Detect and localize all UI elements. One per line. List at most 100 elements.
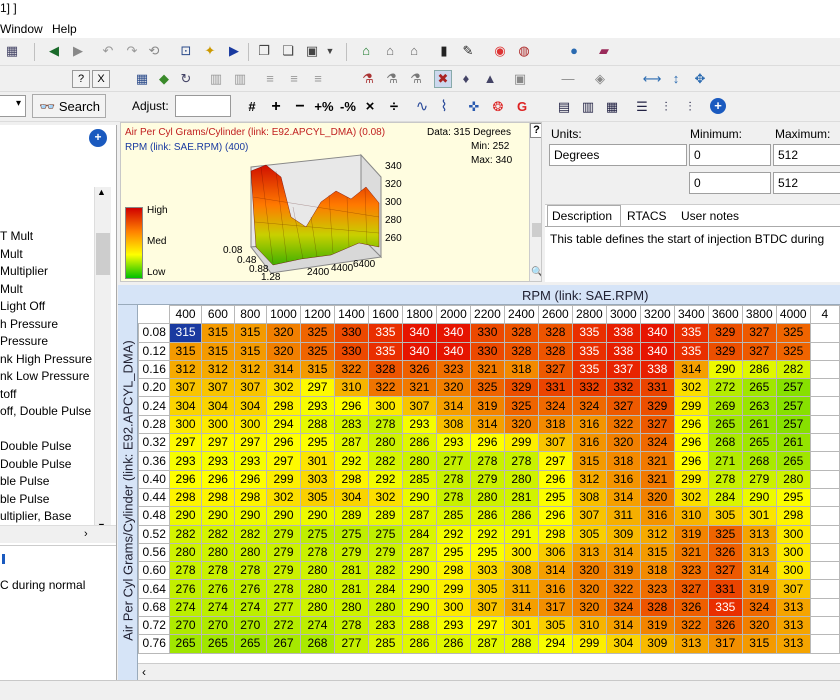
value-cell[interactable]: 335 [367,323,403,343]
maximum-field-2[interactable]: 512 [773,172,840,194]
value-cell[interactable]: 315 [168,323,203,343]
value-cell[interactable]: 309 [639,634,675,654]
value-cell[interactable]: 290 [233,506,268,526]
value-cell[interactable]: 299 [571,634,607,654]
value-cell[interactable]: 274 [201,597,235,618]
value-cell[interactable]: 265 [707,414,743,435]
row-header[interactable]: 0.24 [138,396,170,416]
value-cell[interactable]: 302 [266,487,301,508]
value-cell[interactable]: 294 [537,634,573,654]
value-cell[interactable]: 277 [266,597,301,618]
value-cell[interactable]: 305 [299,487,335,508]
value-cell[interactable]: 282 [233,524,268,544]
search-scope-dropdown[interactable]: ▾ [0,95,26,117]
interp-c-icon[interactable]: ≡ [310,71,326,87]
value-cell[interactable]: 293 [201,451,235,471]
value-cell[interactable]: 293 [233,451,268,471]
value-cell[interactable]: 283 [333,414,369,435]
value-cell[interactable]: 320 [741,616,777,636]
row-header[interactable]: 0.64 [138,579,170,599]
value-cell[interactable]: 305 [707,506,743,526]
row-header[interactable]: 0.76 [138,634,170,654]
value-cell[interactable]: 319 [605,561,641,581]
value-cell[interactable]: 312 [571,469,607,489]
value-cell[interactable]: 325 [299,323,335,343]
value-cell[interactable]: 289 [367,506,403,526]
value-cell[interactable]: 300 [435,597,471,618]
value-cell[interactable]: 305 [537,616,573,636]
table-list-item[interactable]: ultiplier, Base [0,509,71,523]
column-header[interactable]: 4000 [775,304,811,325]
value-cell[interactable]: 340 [401,323,437,343]
info-scroll-thumb[interactable] [532,223,541,237]
value-cell[interactable]: 282 [775,359,811,380]
value-cell[interactable]: 279 [469,469,505,489]
value-cell[interactable]: 282 [201,524,235,544]
row-header[interactable]: 0.72 [138,616,170,636]
value-cell[interactable]: 322 [367,378,403,398]
value-cell[interactable]: 335 [707,597,743,618]
value-cell[interactable]: 307 [469,597,505,618]
add-percent-icon[interactable]: +% [314,99,334,115]
value-cell[interactable]: 307 [775,579,811,599]
value-cell[interactable]: 328 [503,341,539,361]
value-cell[interactable]: 324 [741,597,777,618]
value-cell[interactable]: 278 [367,414,403,435]
dashboard-icon[interactable]: ◍ [516,43,532,59]
value-cell[interactable]: 325 [775,341,811,361]
interp-a-icon[interactable]: ≡ [262,71,278,87]
value-cell[interactable]: 296 [266,433,301,453]
vertical-arrow-icon[interactable]: ↕ [668,71,684,87]
value-cell[interactable]: 280 [367,433,403,453]
grid-a-icon[interactable]: ▥ [208,71,224,87]
value-cell[interactable]: 307 [571,506,607,526]
globe-icon[interactable]: ● [566,43,582,59]
value-cell[interactable]: 297 [233,433,268,453]
value-cell[interactable]: 314 [605,616,641,636]
value-cell[interactable]: 279 [266,542,301,563]
grid-b-icon[interactable]: ▥ [232,71,248,87]
units-field[interactable]: Degrees [549,144,687,166]
value-cell[interactable]: 330 [333,323,369,343]
value-cell[interactable]: 321 [673,542,709,563]
value-cell[interactable]: 327 [605,396,641,416]
value-cell[interactable]: 329 [503,378,539,398]
value-cell[interactable]: 310 [333,378,369,398]
value-cell[interactable]: 329 [707,323,743,343]
subtract-percent-icon[interactable]: -% [338,99,358,115]
value-cell[interactable]: 280 [503,469,539,489]
value-cell[interactable]: 329 [707,341,743,361]
row-header[interactable]: 0.60 [138,561,170,581]
value-cell[interactable]: 319 [469,396,505,416]
value-cell[interactable]: 338 [605,341,641,361]
value-cell[interactable]: 265 [233,634,268,654]
value-cell[interactable]: 280 [201,542,235,563]
value-cell[interactable]: 320 [435,378,471,398]
value-cell[interactable]: 278 [469,451,505,471]
value-cell[interactable]: 265 [741,378,777,398]
left-hscrollbar[interactable]: › [0,525,116,543]
ecu-write-icon[interactable]: ⌂ [358,43,374,59]
add-table-icon[interactable]: + [89,129,107,147]
value-cell[interactable]: 278 [503,451,539,471]
value-cell[interactable]: 279 [266,561,301,581]
value-cell[interactable]: 293 [299,396,335,416]
value-cell[interactable]: 321 [639,451,675,471]
value-cell[interactable]: 305 [469,579,505,599]
value-cell[interactable]: 324 [605,597,641,618]
level-c-icon[interactable]: ⫶ [682,99,698,115]
table-list-item[interactable]: off, Double Pulse [0,404,91,418]
compare-icon[interactable]: ⊡ [178,43,194,59]
value-cell[interactable]: 278 [168,561,203,581]
value-cell[interactable]: 335 [571,359,607,380]
tool-icon[interactable]: ✎ [460,43,476,59]
table-list-item[interactable]: Multiplier [0,264,48,278]
value-cell[interactable]: 320 [571,597,607,618]
value-cell[interactable]: 263 [741,396,777,416]
value-cell[interactable]: 310 [673,506,709,526]
value-cell[interactable]: 315 [201,341,235,361]
value-cell[interactable]: 325 [775,323,811,343]
value-cell[interactable]: 327 [673,579,709,599]
gauge-icon[interactable]: ◉ [492,43,508,59]
value-cell[interactable]: 325 [503,396,539,416]
